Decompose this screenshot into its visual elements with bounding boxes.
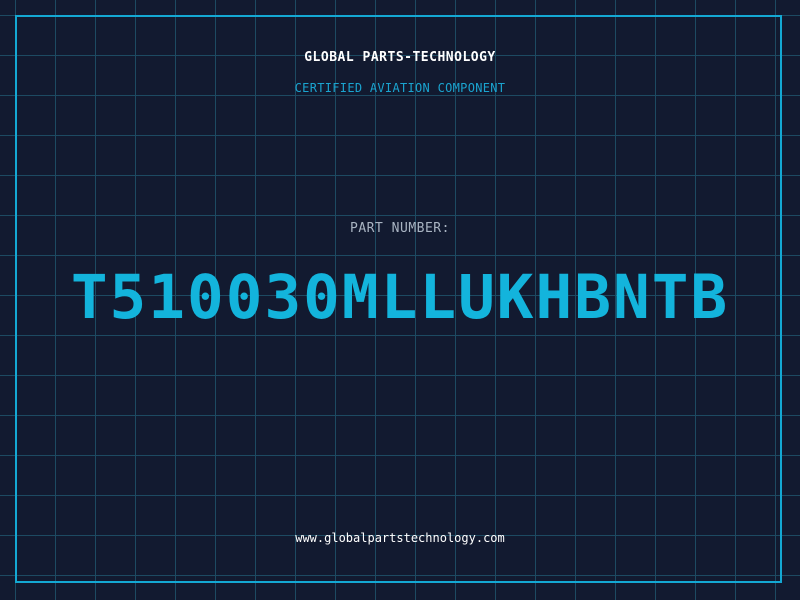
part-number-value: T510030MLLUKHBNTB [70,262,730,333]
website-url: www.globalpartstechnology.com [295,531,505,545]
company-name: GLOBAL PARTS-TECHNOLOGY [304,50,496,65]
certification-tagline: CERTIFIED AVIATION COMPONENT [294,81,506,95]
part-number-label: PART NUMBER: [350,221,450,236]
